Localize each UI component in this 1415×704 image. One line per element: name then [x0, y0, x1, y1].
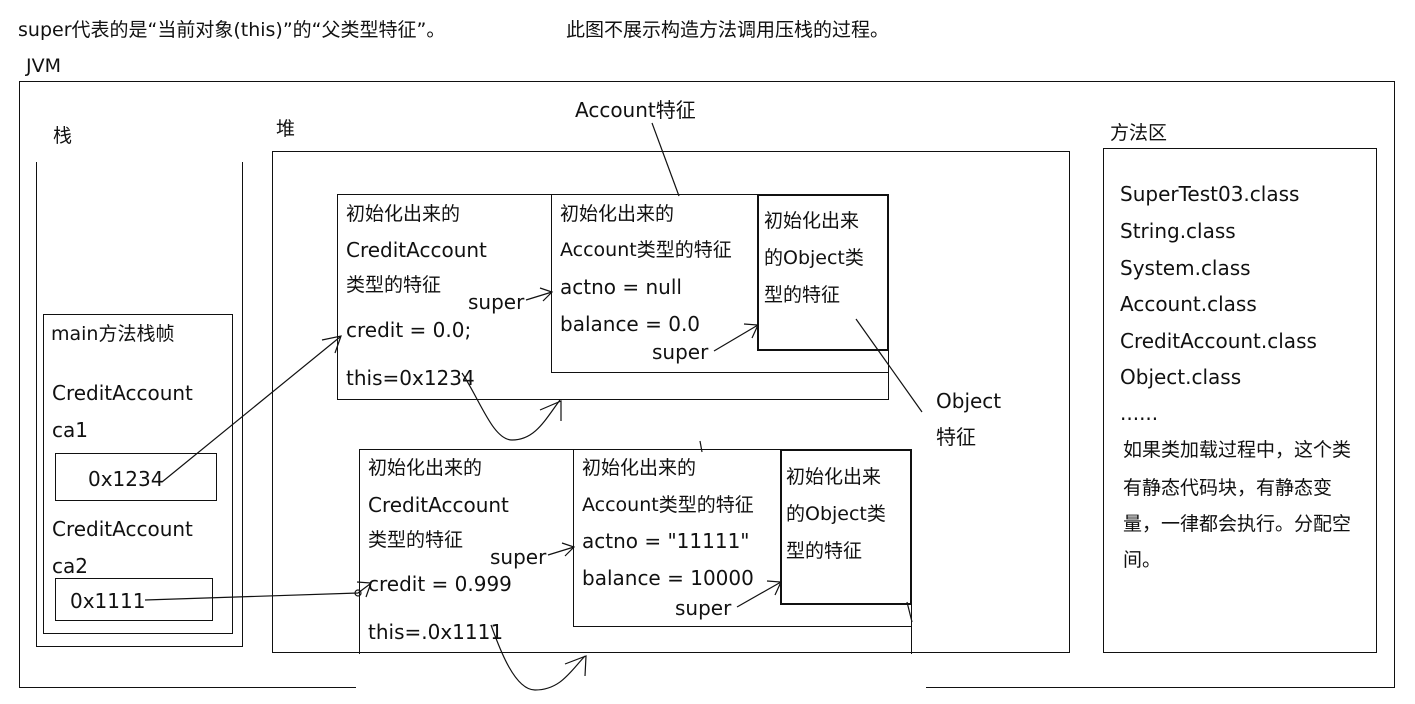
obj2-tick-mark: [906, 601, 913, 623]
obj1-this-loop-arrow: [461, 372, 561, 441]
obj2-tick-mark: [699, 440, 703, 453]
ca2-reference-arrow: [144, 583, 371, 601]
object-callout-line: [855, 318, 923, 413]
obj2-this-loop-arrow: [490, 624, 586, 691]
obj2-super-arrow: [736, 581, 782, 608]
account-callout-line: [651, 122, 680, 197]
obj1-super-arrow: [713, 324, 759, 352]
obj1-super-arrowhead: [539, 287, 554, 302]
obj1-this-loop-arrowhead: [539, 400, 562, 421]
obj2-super-arrowhead: [561, 542, 576, 557]
reference-arrows: [144, 122, 926, 691]
ca1-reference-arrow: [161, 336, 341, 483]
